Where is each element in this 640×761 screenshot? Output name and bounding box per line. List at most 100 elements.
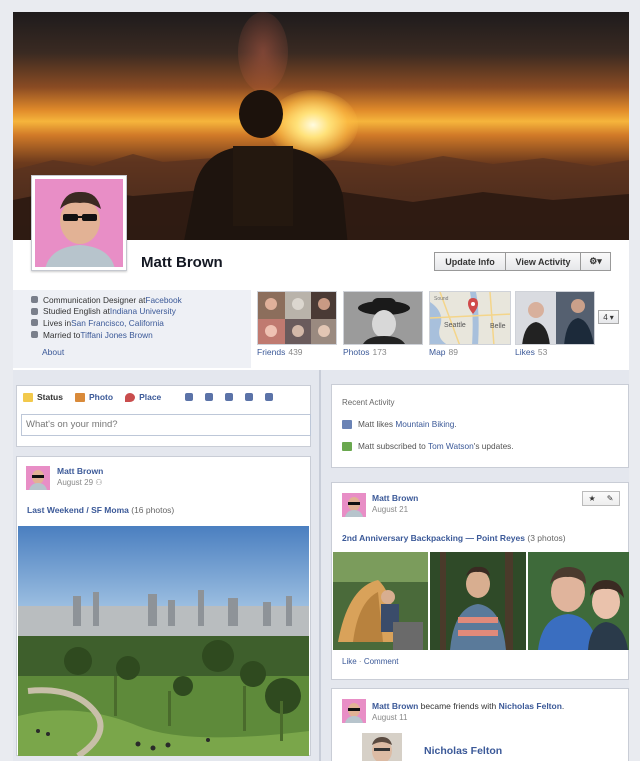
chevron-down-icon: ▾ <box>609 312 614 322</box>
avatar[interactable] <box>26 466 50 490</box>
view-activity-button[interactable]: View Activity <box>505 252 581 271</box>
post-author[interactable]: Matt Brown <box>372 701 418 711</box>
post-author[interactable]: Matt Brown <box>372 493 418 503</box>
post-date: August 29 ⚇ <box>57 478 103 487</box>
status-composer: Status Photo Place What's on your mind? <box>16 385 311 447</box>
info-relationship: Married to Tiffani Jones Brown <box>31 329 182 341</box>
info-link[interactable]: San Francisco, California <box>71 318 164 328</box>
album-title[interactable]: Last Weekend / SF Moma (16 photos) <box>27 505 174 515</box>
action-separator: · <box>358 657 362 666</box>
info-text: Communication Designer at <box>43 294 146 305</box>
briefcase-icon <box>31 296 38 304</box>
friends-audience-icon[interactable]: ⚇ <box>95 478 102 487</box>
more-count: 4 <box>603 312 608 322</box>
photos-label[interactable]: Photos 173 <box>343 347 387 357</box>
heart-icon[interactable] <box>205 393 214 401</box>
info-link[interactable]: Tiffani Jones Brown <box>80 330 152 340</box>
avatar[interactable] <box>342 699 366 723</box>
info-text: Studied English at <box>43 306 110 317</box>
album-title[interactable]: 2nd Anniversary Backpacking — Point Reye… <box>342 533 566 543</box>
photo-count: (16 photos) <box>131 505 175 515</box>
like-icon <box>342 419 352 429</box>
timeline-spine <box>319 370 321 761</box>
post-author[interactable]: Matt Brown <box>57 466 103 476</box>
profile-picture[interactable] <box>31 175 127 271</box>
friendship-text: Matt Brown became friends with Nicholas … <box>372 701 565 711</box>
recent-activity-item: Matt subscribed to Tom Watson's updates. <box>342 441 514 451</box>
info-location: Lives in San Francisco, California <box>31 317 182 329</box>
profile-name: Matt Brown <box>141 254 223 271</box>
profile-picture-image <box>35 179 123 267</box>
activity-link[interactable]: Mountain Biking <box>395 419 454 429</box>
post-tools: ★ ✎ <box>582 491 620 506</box>
map-label-bellevue: Belle <box>490 323 506 330</box>
gear-menu-button[interactable]: ⚙▾ <box>580 252 611 271</box>
likes-label[interactable]: Likes 53 <box>515 347 547 357</box>
tab-status[interactable]: Status <box>23 392 63 402</box>
hand-icon[interactable] <box>245 393 254 401</box>
pencil-icon[interactable]: ✎ <box>607 494 614 503</box>
tab-place[interactable]: Place <box>125 392 161 402</box>
info-education: Studied English at Indiana University <box>31 306 182 318</box>
photos-thumbnail[interactable] <box>343 291 423 345</box>
info-text: Married to <box>43 329 81 340</box>
status-icon <box>23 392 33 402</box>
info-link[interactable]: Indiana University <box>110 306 176 316</box>
profile-page: Matt Brown Update Info View Activity ⚙▾ … <box>13 12 629 761</box>
person-silhouette <box>184 90 348 240</box>
info-link[interactable]: Facebook <box>145 295 181 305</box>
status-input[interactable]: What's on your mind? <box>21 414 311 436</box>
likes-count: 53 <box>537 347 548 357</box>
timeline-post-photos: Matt Brown August 29 ⚇ Last Weekend / SF… <box>16 456 311 756</box>
update-info-button[interactable]: Update Info <box>434 252 506 271</box>
photos-count: 173 <box>372 347 387 357</box>
map-count: 89 <box>448 347 459 357</box>
star-icon[interactable]: ★ <box>589 494 596 503</box>
about-link[interactable]: About <box>42 347 64 357</box>
photo-count: (3 photos) <box>527 533 566 543</box>
avatar[interactable] <box>342 493 366 517</box>
place-pin-icon <box>125 392 136 402</box>
home-icon[interactable] <box>225 393 234 401</box>
likes-thumbnail[interactable] <box>515 291 595 345</box>
album-photo[interactable] <box>18 526 309 756</box>
life-event-icon[interactable] <box>185 393 194 401</box>
profile-info-list: Communication Designer at Facebook Studi… <box>31 294 182 340</box>
recent-activity-heading: Recent Activity <box>342 398 395 407</box>
subscribe-icon <box>342 441 352 451</box>
friends-thumbnail[interactable] <box>257 291 337 345</box>
heart-icon <box>31 331 38 339</box>
friend-name[interactable]: Nicholas Felton <box>424 745 502 757</box>
backpacking-photo-tent[interactable] <box>333 552 428 650</box>
timeline-post-friendship: Matt Brown became friends with Nicholas … <box>331 688 629 761</box>
recent-activity-item: Matt likes Mountain Biking. <box>342 419 457 429</box>
post-date: August 21 <box>372 505 409 514</box>
more-sections-button[interactable]: 4 ▾ <box>598 310 619 324</box>
map-label[interactable]: Map 89 <box>429 347 458 357</box>
map-label-seattle: Seattle <box>444 322 466 329</box>
map-thumbnail[interactable]: Seattle Belle Sound <box>429 291 511 345</box>
lens-flare <box>238 12 288 92</box>
activity-link[interactable]: Tom Watson <box>428 441 474 451</box>
tab-photo[interactable]: Photo <box>74 392 113 402</box>
photo-icon <box>74 392 85 402</box>
backpacking-photo-hiker[interactable] <box>430 552 526 650</box>
recent-activity-card: Recent Activity Matt likes Mountain Biki… <box>331 384 629 468</box>
flag-icon[interactable] <box>265 393 274 401</box>
post-date: August 11 <box>372 713 408 722</box>
home-icon <box>31 319 38 327</box>
info-work: Communication Designer at Facebook <box>31 294 182 306</box>
info-text: Lives in <box>43 317 72 328</box>
like-link[interactable]: Like <box>342 657 357 666</box>
map-label-sound: Sound <box>434 296 449 302</box>
friends-label[interactable]: Friends 439 <box>257 347 303 357</box>
friends-count: 439 <box>288 347 303 357</box>
friend-picture[interactable] <box>362 733 402 761</box>
post-actions: Like · Comment <box>342 657 399 666</box>
backpacking-photo-couple[interactable] <box>528 552 629 650</box>
graduation-cap-icon <box>31 307 38 315</box>
comment-link[interactable]: Comment <box>364 657 399 666</box>
timeline-post-backpacking: Matt Brown August 21 ★ ✎ 2nd Anniversary… <box>331 482 629 680</box>
composer-tabs: Status Photo Place <box>17 386 310 408</box>
friend-link[interactable]: Nicholas Felton <box>499 701 562 711</box>
